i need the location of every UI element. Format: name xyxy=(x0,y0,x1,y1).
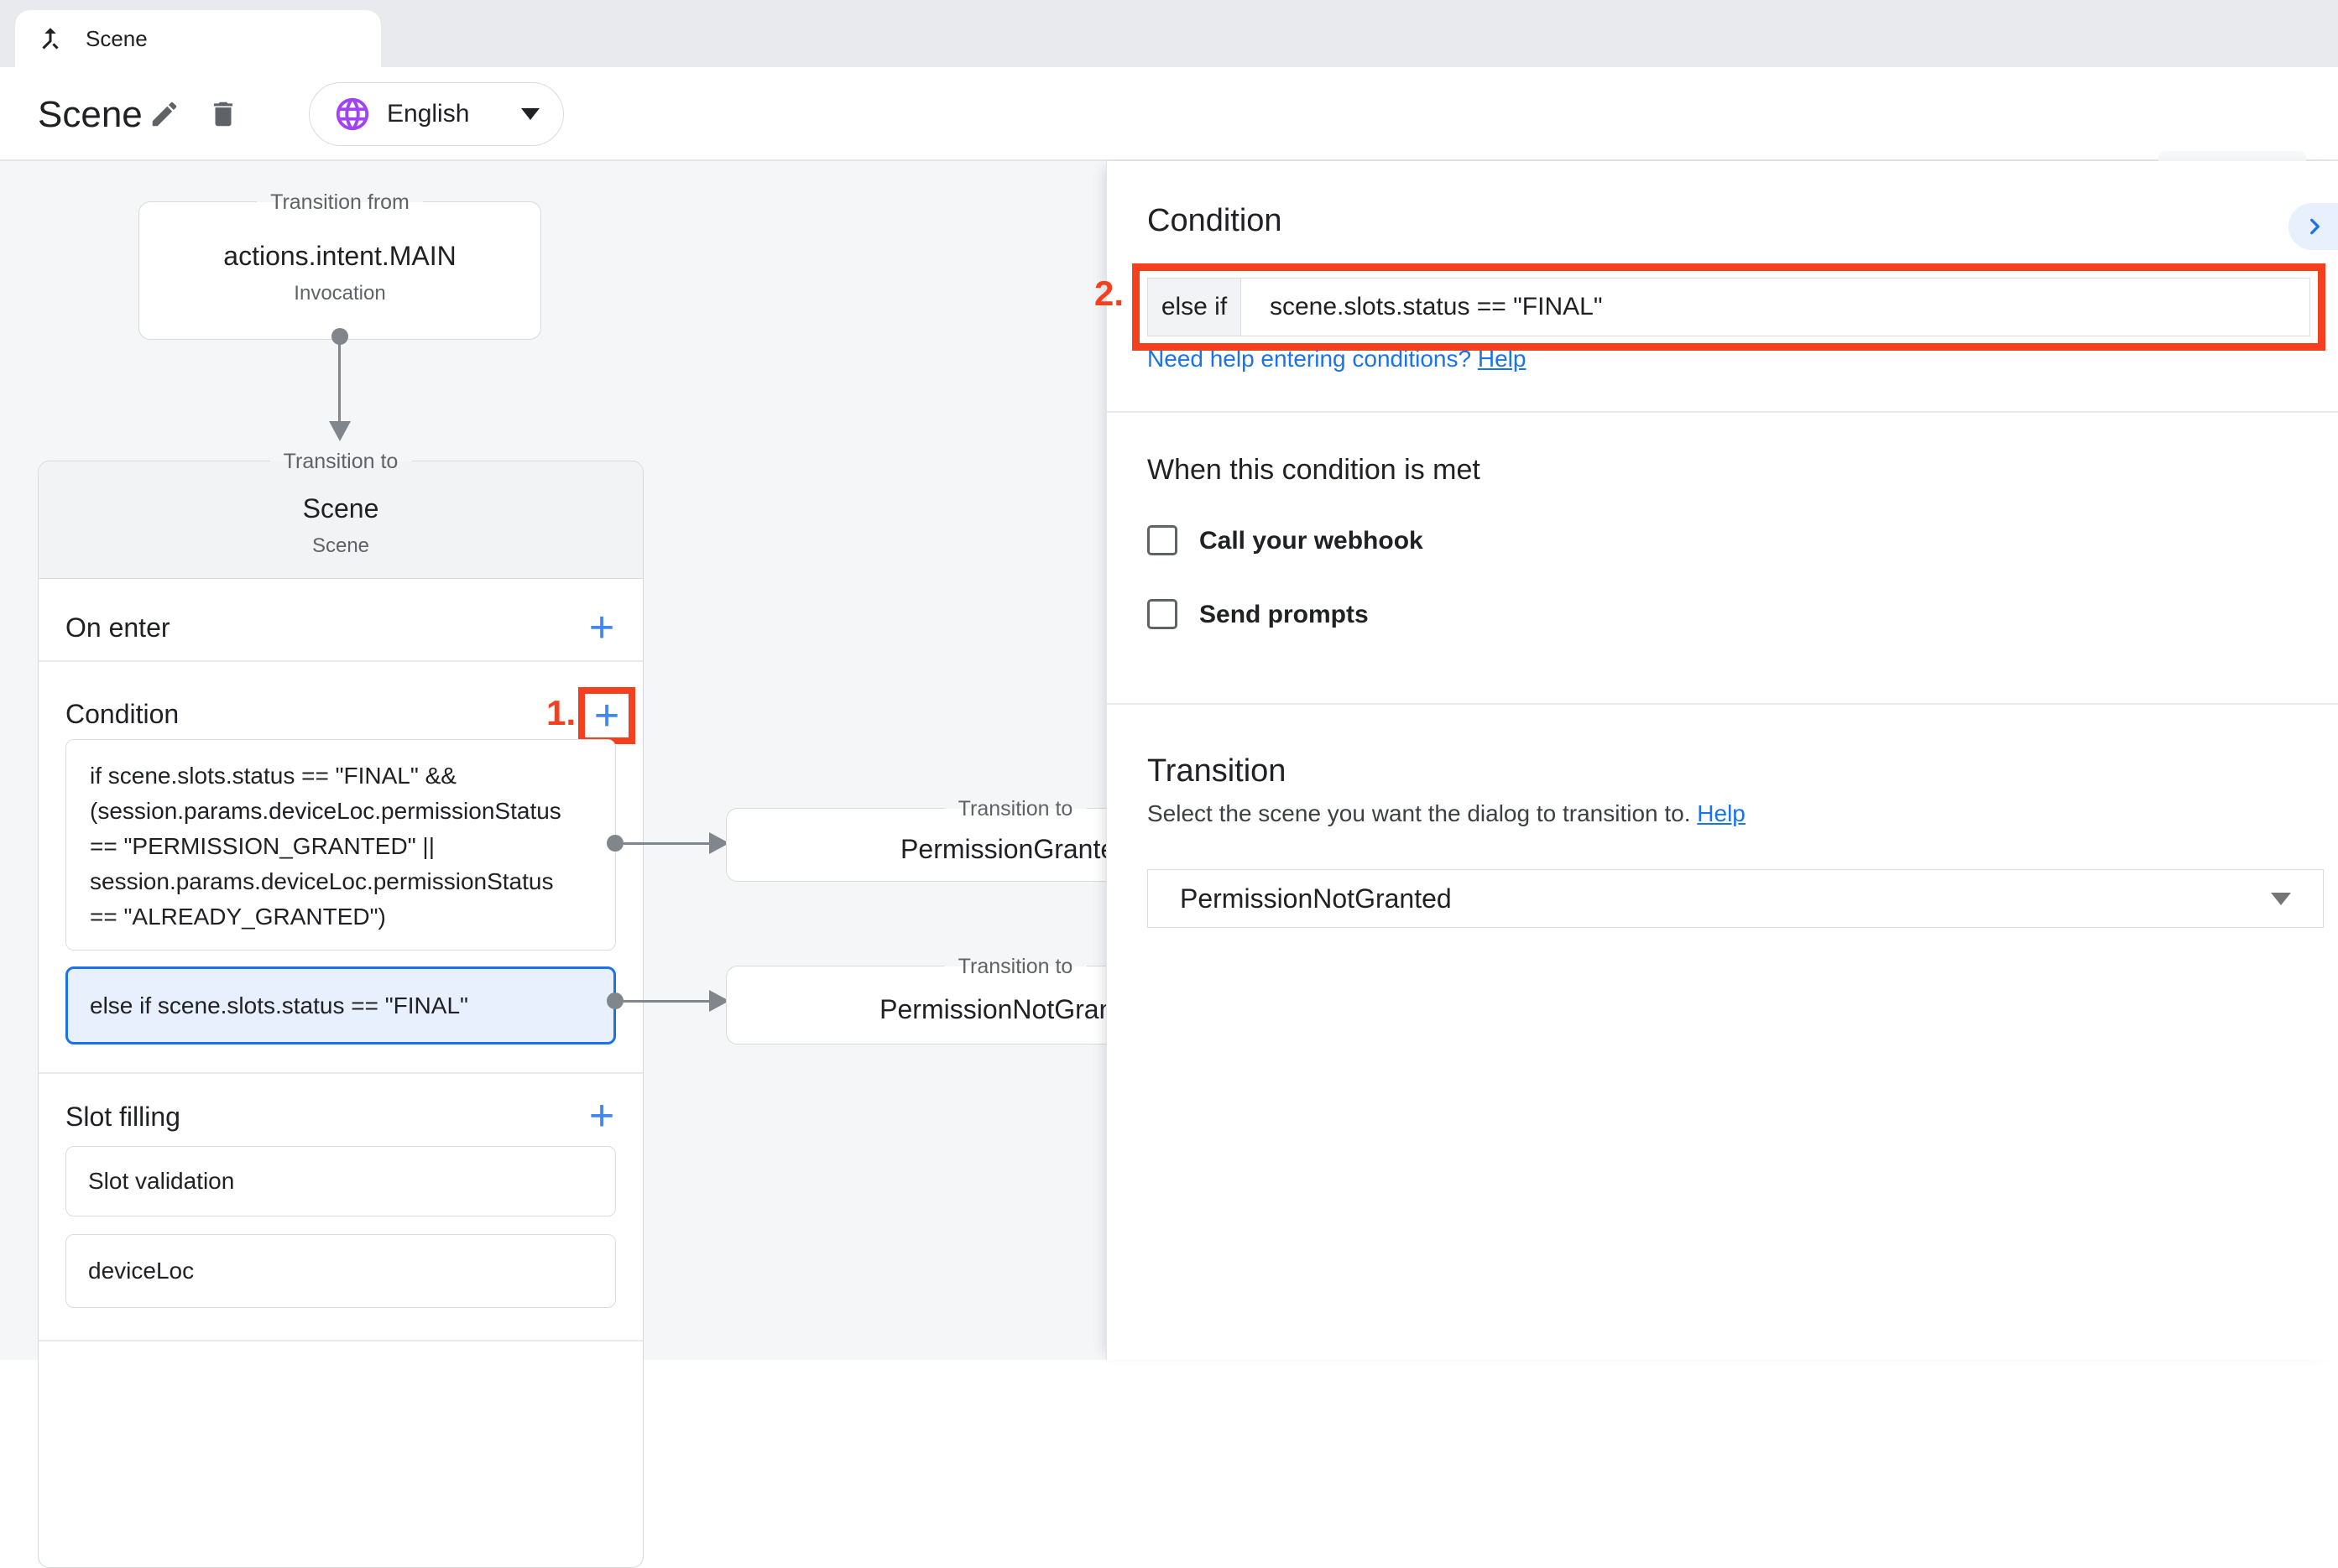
arrow-down-icon xyxy=(329,421,351,441)
scene-card-header: Scene Scene xyxy=(39,461,643,579)
connector-line xyxy=(624,842,709,845)
on-enter-label: On enter xyxy=(65,612,170,643)
divider xyxy=(39,1340,643,1341)
connector-dot xyxy=(607,992,624,1009)
annotation-box-1 xyxy=(578,687,635,744)
chevron-right-icon xyxy=(2298,210,2331,243)
language-selector[interactable]: English xyxy=(309,82,564,146)
connector-line xyxy=(338,339,341,421)
annotation-2: 2. xyxy=(1045,273,1124,314)
condition-heading: Condition xyxy=(1147,203,1282,239)
tab-label: Scene xyxy=(86,26,148,52)
dropdown-caret-icon xyxy=(2271,893,2291,905)
scene-type: Scene xyxy=(39,534,643,558)
globe-icon xyxy=(333,95,372,133)
slot-filling-label: Slot filling xyxy=(65,1102,180,1133)
scene-card-legend: Transition to xyxy=(270,448,412,475)
checkbox-send-prompts[interactable] xyxy=(1147,599,1177,629)
trash-icon xyxy=(207,98,239,130)
divider xyxy=(1107,411,2338,413)
add-on-enter-button[interactable]: + xyxy=(575,601,629,654)
scene-card: Transition to Scene Scene On enter + Con… xyxy=(38,461,644,1568)
condition-keyword-select[interactable]: else if xyxy=(1147,278,1241,336)
transition-heading: Transition xyxy=(1147,753,1286,789)
header: Scene English Cancel Save xyxy=(0,67,2338,161)
when-met-heading: When this condition is met xyxy=(1147,454,1480,487)
condition-section-label: Condition xyxy=(65,699,179,730)
connector-dot xyxy=(607,835,624,852)
node-legend: Transition from xyxy=(257,189,423,216)
transition-description-text: Select the scene you want the dialog to … xyxy=(1147,800,1697,826)
condition-item[interactable]: if scene.slots.status == "FINAL" && (ses… xyxy=(65,739,616,951)
help-prompt: Need help entering conditions? xyxy=(1147,346,1478,372)
delete-scene-button[interactable] xyxy=(201,92,245,136)
tab-strip: Scene xyxy=(0,0,2338,67)
node-transition-from[interactable]: Transition from actions.intent.MAIN Invo… xyxy=(138,201,541,340)
add-slot-button[interactable]: + xyxy=(575,1089,629,1143)
condition-item-selected[interactable]: else if scene.slots.status == "FINAL" xyxy=(65,966,616,1044)
transition-help-link[interactable]: Help xyxy=(1697,800,1746,826)
edit-scene-button[interactable] xyxy=(143,92,186,136)
condition-row: else if scene.slots.status == "FINAL" xyxy=(1147,278,2310,336)
node-legend: Transition to xyxy=(945,795,1087,822)
tab-scene[interactable]: Scene xyxy=(15,10,381,67)
send-prompts-label: Send prompts xyxy=(1199,601,1369,629)
condition-editor-panel: Condition else if scene.slots.status == … xyxy=(1106,161,2338,1360)
language-label: English xyxy=(387,100,506,128)
divider xyxy=(39,660,643,662)
slot-item[interactable]: Slot validation xyxy=(65,1146,616,1216)
divider xyxy=(39,1072,643,1074)
collapse-panel-button[interactable] xyxy=(2288,203,2338,250)
intent-name: actions.intent.MAIN xyxy=(139,241,540,272)
connector-line xyxy=(624,1000,709,1003)
intent-type: Invocation xyxy=(139,282,540,305)
slot-item[interactable]: deviceLoc xyxy=(65,1234,616,1308)
checkbox-call-webhook[interactable] xyxy=(1147,525,1177,555)
call-webhook-label: Call your webhook xyxy=(1199,527,1423,555)
pencil-icon xyxy=(149,98,180,130)
transition-description: Select the scene you want the dialog to … xyxy=(1147,800,1746,827)
condition-expression-input[interactable]: scene.slots.status == "FINAL" xyxy=(1241,278,2310,336)
conditions-help-line: Need help entering conditions? Help xyxy=(1147,346,1526,372)
divider xyxy=(1107,703,2338,705)
conditions-help-link[interactable]: Help xyxy=(1478,346,1526,372)
merge-type-icon xyxy=(35,23,65,54)
scene-dropdown[interactable]: PermissionNotGranted xyxy=(1147,869,2324,928)
scene-dropdown-value: PermissionNotGranted xyxy=(1180,883,2271,914)
annotation-1: 1. xyxy=(509,693,576,733)
chevron-down-icon xyxy=(521,108,540,120)
node-legend: Transition to xyxy=(945,953,1087,980)
page-title: Scene xyxy=(38,94,143,136)
